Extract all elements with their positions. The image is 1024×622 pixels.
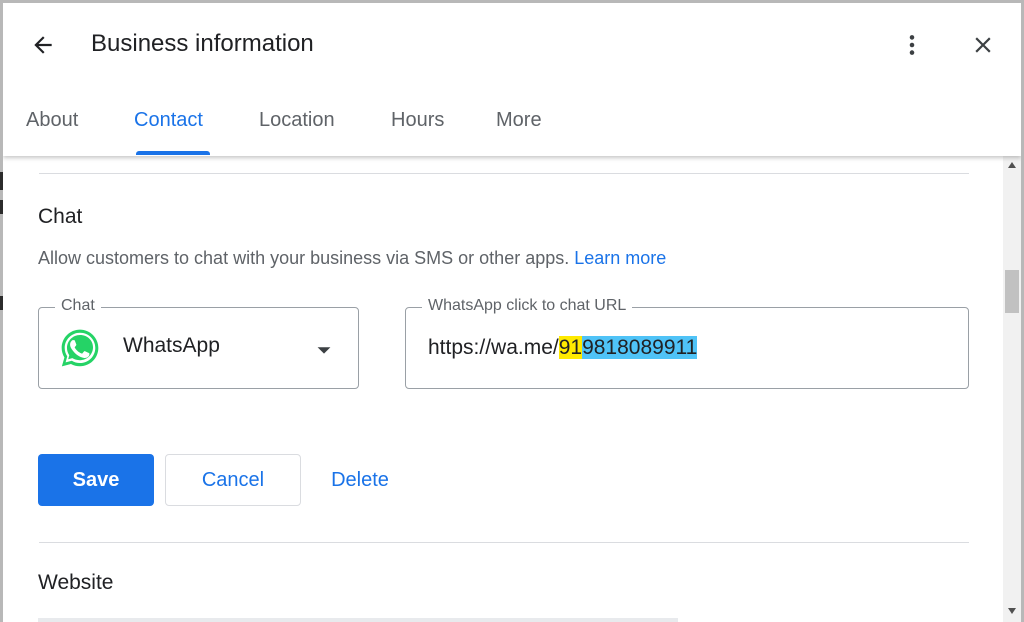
section-divider (39, 542, 969, 543)
chat-select-label: Chat (55, 297, 101, 315)
tab-contact[interactable]: Contact (134, 95, 203, 156)
website-section-title: Website (38, 571, 114, 594)
website-value-cut-off (38, 618, 678, 622)
dialog-title: Business information (91, 30, 314, 57)
scroll-down-arrow-icon[interactable] (1008, 608, 1016, 614)
more-options-button[interactable] (892, 25, 932, 65)
cancel-button[interactable]: Cancel (165, 454, 301, 506)
chat-description: Allow customers to chat with your busine… (38, 248, 666, 269)
scroll-thumb[interactable] (1005, 270, 1019, 313)
url-country-code-highlight: 91 (558, 336, 583, 359)
chat-app-select[interactable]: Chat WhatsApp (38, 297, 359, 389)
url-phone-number-highlight: 9818089911 (582, 336, 698, 359)
vertical-scrollbar[interactable] (1003, 156, 1021, 622)
close-icon (975, 37, 991, 53)
tab-more[interactable]: More (496, 95, 542, 156)
whatsapp-icon (61, 329, 99, 367)
arrow-left-icon (34, 36, 52, 54)
tab-location[interactable]: Location (259, 95, 335, 156)
close-button[interactable] (963, 25, 1003, 65)
scroll-up-arrow-icon[interactable] (1008, 162, 1016, 168)
back-button[interactable] (23, 25, 63, 65)
dialog-header: Business information About Contact Locat… (3, 3, 1021, 156)
chat-select-value: WhatsApp (123, 334, 220, 357)
more-vert-icon (909, 35, 915, 55)
delete-button[interactable]: Delete (325, 454, 395, 506)
dialog-content: Chat Allow customers to chat with your b… (3, 156, 1003, 622)
active-tab-indicator (136, 151, 210, 155)
save-button[interactable]: Save (38, 454, 154, 506)
dropdown-arrow-icon (317, 347, 331, 354)
tab-about[interactable]: About (26, 95, 78, 156)
section-divider (39, 173, 969, 174)
learn-more-link[interactable]: Learn more (574, 248, 666, 268)
whatsapp-url-label: WhatsApp click to chat URL (422, 297, 633, 315)
url-prefix: https://wa.me/ (428, 336, 559, 359)
chat-section-title: Chat (38, 205, 83, 228)
tab-bar: About Contact Location Hours More (3, 95, 1021, 156)
whatsapp-url-field[interactable]: WhatsApp click to chat URL https://wa.me… (405, 297, 969, 389)
business-information-dialog: Business information About Contact Locat… (3, 3, 1021, 622)
whatsapp-url-value[interactable]: https://wa.me/919818089911 (428, 336, 698, 360)
tab-hours[interactable]: Hours (391, 95, 444, 156)
chat-description-text: Allow customers to chat with your busine… (38, 248, 570, 268)
